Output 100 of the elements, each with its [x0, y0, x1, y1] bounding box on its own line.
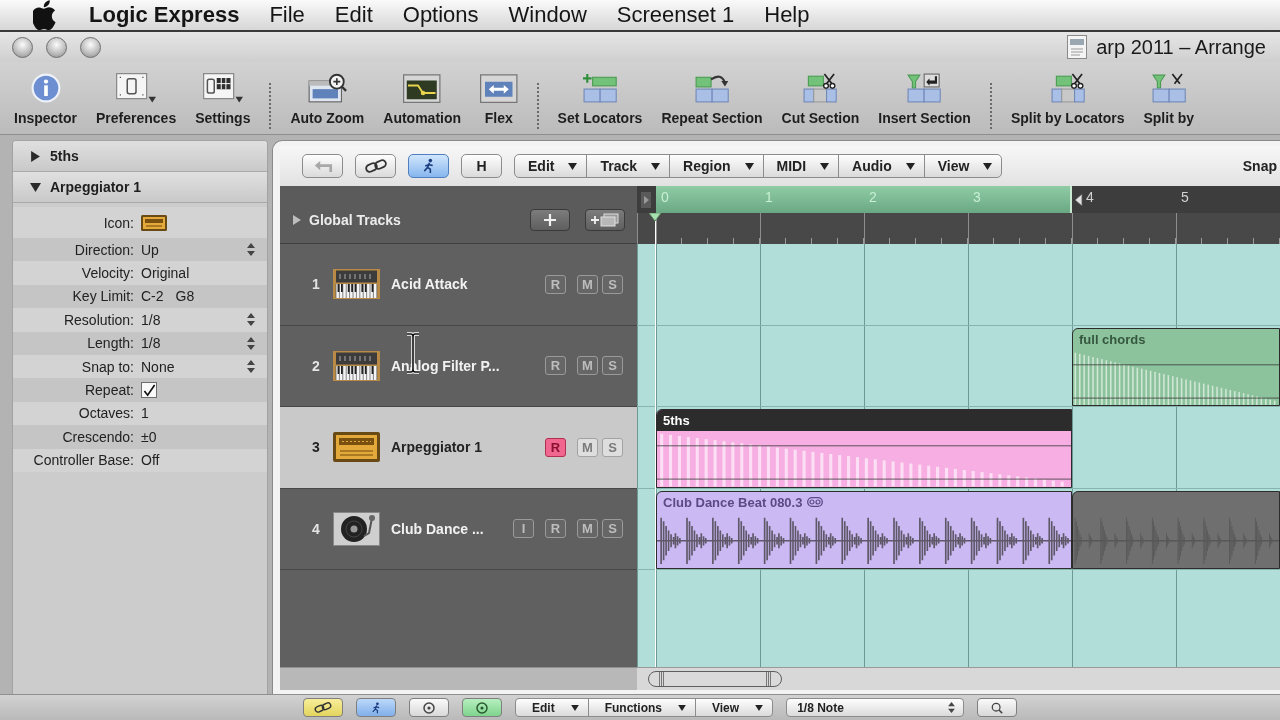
region-name: full chords: [1079, 331, 1146, 347]
circle-icon: [476, 701, 488, 714]
track-name: Acid Attack: [391, 276, 469, 293]
toolbar-button[interactable]: Automation: [383, 73, 462, 126]
triangle-marker-icon[interactable]: [641, 191, 651, 208]
menu-button[interactable]: Track: [586, 154, 671, 178]
back-button[interactable]: [302, 154, 343, 178]
caret-icon: [678, 704, 686, 711]
global-tracks-toggle[interactable]: Global Tracks: [292, 211, 401, 228]
locator-marker-icon[interactable]: [1074, 192, 1083, 207]
menu-item[interactable]: Edit: [319, 0, 388, 30]
stepper-icon: [247, 243, 255, 257]
toolbar-button[interactable]: Cut Section: [781, 73, 860, 126]
stepper-icon: [247, 336, 255, 350]
parameter-label: Crescendo:: [61, 428, 134, 445]
plus-icon: [544, 213, 556, 226]
loop-region[interactable]: [1072, 490, 1280, 569]
track-number: 4: [311, 520, 321, 537]
link-button[interactable]: [355, 154, 396, 178]
menu-button[interactable]: Edit: [514, 154, 588, 178]
checkmark-icon: [142, 383, 156, 397]
menu-item[interactable]: Options: [387, 0, 494, 30]
tool-button[interactable]: [977, 698, 1018, 717]
caret-icon: [983, 162, 993, 170]
apple-logo-icon[interactable]: [33, 0, 57, 30]
running-figure-icon: [422, 158, 435, 174]
bar-number: 3: [973, 189, 981, 205]
toolbar-button[interactable]: Settings: [195, 73, 251, 126]
audio-region[interactable]: Club Dance Beat 080.3: [656, 490, 1072, 569]
disclosure-triangle-icon[interactable]: [30, 181, 41, 193]
curve-window-icon: [403, 73, 441, 103]
tool-button[interactable]: [462, 698, 502, 717]
parameter-label: Key Limit:: [71, 288, 134, 305]
popup-button[interactable]: 1/8: [141, 333, 267, 354]
circle-icon: [423, 701, 435, 714]
toolbar-button[interactable]: Auto Zoom: [290, 73, 365, 126]
playhead[interactable]: [649, 213, 661, 667]
quantize-popup[interactable]: 1/8 Note: [786, 698, 965, 717]
menu-item[interactable]: Help: [749, 0, 825, 30]
popup-button[interactable]: None: [141, 356, 267, 377]
menu-button[interactable]: Edit: [515, 698, 589, 717]
menu-button[interactable]: View: [695, 698, 774, 717]
add-stack-button[interactable]: [585, 208, 625, 231]
menu-button[interactable]: Region: [669, 154, 764, 178]
minimize-button[interactable]: [46, 36, 67, 58]
menu-button[interactable]: MIDI: [762, 154, 840, 178]
midi-region[interactable]: full chords: [1072, 327, 1280, 406]
scrollbar-thumb[interactable]: [648, 671, 782, 687]
magnifier-icon: [991, 701, 1004, 714]
window-title: arp 2011 – Arrange: [1096, 35, 1266, 59]
popup-button[interactable]: Up: [141, 239, 267, 260]
zoom-button[interactable]: [80, 36, 101, 58]
hide-button[interactable]: H: [461, 154, 502, 178]
playhead-marker-icon[interactable]: [649, 213, 661, 221]
caret-icon: [820, 162, 830, 170]
close-button[interactable]: [12, 36, 33, 58]
menu-button[interactable]: Functions: [587, 698, 696, 717]
bar-number: 2: [869, 189, 877, 205]
parameter-label: Length:: [86, 335, 134, 352]
region-name: Club Dance Beat 080.3: [663, 494, 803, 510]
toolbar-button[interactable]: Preferences: [96, 73, 177, 126]
tool-button[interactable]: [409, 698, 449, 717]
device-box-icon[interactable]: [141, 214, 167, 231]
loop-icon: [807, 497, 824, 507]
catch-button[interactable]: [356, 698, 396, 717]
toolbar-button[interactable]: Repeat Section: [661, 73, 763, 126]
toolbar-button[interactable]: Split by Locators: [1010, 73, 1125, 126]
parameter-label: Repeat:: [83, 382, 134, 399]
toolbar-button[interactable]: Flex: [480, 73, 518, 126]
document-icon: [1067, 35, 1088, 59]
toolbar-button[interactable]: Inspector: [14, 73, 77, 126]
menu-button[interactable]: View: [923, 154, 1003, 178]
toolbar-button[interactable]: Insert Section: [878, 73, 971, 126]
midi-region[interactable]: 5ths: [656, 409, 1072, 488]
app-menu[interactable]: Logic Express: [87, 0, 255, 30]
menu-item[interactable]: File: [254, 0, 320, 30]
link-toggle-button[interactable]: [303, 698, 343, 717]
chain-link-icon: [364, 159, 387, 173]
menu-item[interactable]: Window: [493, 0, 602, 30]
catch-button[interactable]: [408, 154, 449, 178]
scissors-region-icon: [1050, 73, 1085, 103]
menu-item[interactable]: Screenset 1: [601, 0, 750, 30]
parameter-value: 1: [141, 405, 150, 422]
add-track-button[interactable]: [530, 208, 570, 231]
add-region-icon: [582, 73, 618, 103]
toolbar-button[interactable]: Set Locators: [557, 73, 643, 126]
caret-icon: [570, 704, 579, 711]
turntable-icon: [333, 511, 380, 546]
track-name: Arpeggiator 1: [391, 439, 483, 456]
track-number: 2: [311, 357, 321, 374]
section-header[interactable]: 5ths: [13, 141, 267, 172]
caret-icon: [905, 162, 915, 170]
popup-button[interactable]: 1/8: [141, 309, 267, 330]
menu-button[interactable]: Audio: [838, 154, 925, 178]
disclosure-triangle-icon[interactable]: [30, 150, 41, 162]
parameter-value: Original: [141, 265, 191, 282]
section-header[interactable]: Arpeggiator 1: [13, 172, 267, 203]
checkbox[interactable]: [141, 382, 157, 399]
stepper-icon: [948, 702, 956, 713]
toolbar-button[interactable]: Split by: [1143, 73, 1195, 126]
